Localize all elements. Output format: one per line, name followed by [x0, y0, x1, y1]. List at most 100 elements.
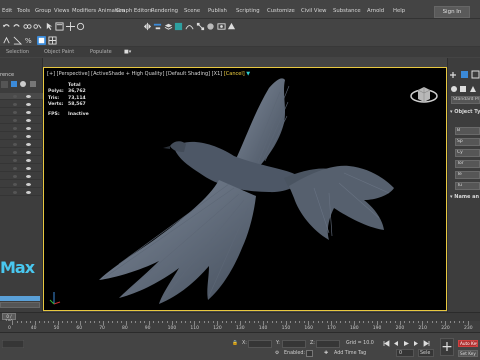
render-setup-icon[interactable]: [217, 22, 226, 31]
angle-snap-icon[interactable]: [13, 36, 22, 45]
time-tag-icon[interactable]: ✚: [324, 351, 328, 356]
align-icon[interactable]: [153, 22, 162, 31]
menu-edit[interactable]: Edit: [2, 8, 12, 14]
freeze-icon[interactable]: [13, 175, 17, 178]
freeze-icon[interactable]: [13, 159, 17, 162]
redo-icon[interactable]: [12, 22, 21, 31]
add-time-tag-button[interactable]: Add Time Tag: [334, 351, 366, 356]
list-item[interactable]: [0, 157, 43, 164]
tab-populate[interactable]: Populate: [90, 49, 112, 55]
box-button[interactable]: B: [455, 127, 480, 135]
z-coordinate-field[interactable]: [316, 340, 340, 348]
freeze-icon[interactable]: [13, 103, 17, 106]
graphite-icon[interactable]: [174, 22, 183, 31]
freeze-icon[interactable]: [13, 127, 17, 130]
teapot-button[interactable]: Te: [455, 171, 480, 179]
list-item[interactable]: [0, 117, 43, 124]
menu-help[interactable]: Help: [393, 8, 405, 14]
freeze-icon[interactable]: [13, 119, 17, 122]
menu-publish[interactable]: Publish: [208, 8, 227, 14]
material-editor-icon[interactable]: [206, 22, 215, 31]
perspective-viewport[interactable]: [+] [Perspective] [ActiveShade + High Qu…: [43, 67, 447, 311]
percent-snap-icon[interactable]: %: [24, 36, 33, 45]
menu-modifiers[interactable]: Modifiers: [72, 8, 96, 14]
eye-icon[interactable]: [26, 183, 31, 186]
list-item[interactable]: [0, 101, 43, 108]
list-item[interactable]: [0, 141, 43, 148]
command-panel-tabs[interactable]: [450, 70, 480, 80]
raven-model[interactable]: [44, 68, 447, 311]
object-type-header[interactable]: ▾ Object Ty: [450, 109, 480, 115]
freeze-icon[interactable]: [13, 151, 17, 154]
unlink-icon[interactable]: [33, 22, 42, 31]
undo-icon[interactable]: [2, 22, 11, 31]
freeze-icon[interactable]: [13, 183, 17, 186]
menu-tools[interactable]: Tools: [17, 8, 30, 14]
menu-substance[interactable]: Substance: [333, 8, 361, 14]
list-item[interactable]: [0, 93, 43, 100]
rotate-icon[interactable]: [76, 22, 85, 31]
select-object-icon[interactable]: [45, 22, 54, 31]
freeze-icon[interactable]: [13, 111, 17, 114]
playback-controls[interactable]: [382, 339, 434, 348]
menu-group[interactable]: Group: [35, 8, 51, 14]
primitive-type-dropdown[interactable]: Standard Prim: [451, 96, 480, 104]
selection-lock-icon[interactable]: 🔒: [232, 341, 238, 346]
list-item[interactable]: [0, 125, 43, 132]
eye-icon[interactable]: [26, 175, 31, 178]
freeze-icon[interactable]: [13, 167, 17, 170]
torus-button[interactable]: Tor: [455, 160, 480, 168]
menu-scripting[interactable]: Scripting: [236, 8, 260, 14]
set-key-button[interactable]: Set Key: [458, 350, 478, 357]
adaptive-degradation-icon[interactable]: ⚙: [275, 351, 279, 356]
menu-customize[interactable]: Customize: [267, 8, 295, 14]
list-item[interactable]: [0, 149, 43, 156]
ribbon-options-icon[interactable]: ■▾: [124, 49, 131, 55]
eye-icon[interactable]: [26, 111, 31, 114]
snap-icon[interactable]: [2, 36, 11, 45]
mirror-icon[interactable]: [143, 22, 152, 31]
time-slider[interactable]: [0, 312, 480, 321]
freeze-icon[interactable]: [13, 135, 17, 138]
menu-graph-editors[interactable]: Graph Editors: [116, 8, 152, 14]
eye-icon[interactable]: [26, 151, 31, 154]
eye-icon[interactable]: [26, 143, 31, 146]
grid-toggle-icon[interactable]: [48, 36, 57, 45]
schematic-icon[interactable]: [196, 22, 205, 31]
eye-icon[interactable]: [26, 95, 31, 98]
eye-icon[interactable]: [26, 191, 31, 194]
sign-in-button[interactable]: Sign In: [434, 6, 470, 18]
menu-rendering[interactable]: Rendering: [151, 8, 178, 14]
enabled-checkbox[interactable]: [306, 350, 313, 357]
list-item[interactable]: [0, 173, 43, 180]
render-frame-icon[interactable]: [227, 22, 236, 31]
key-mode-icon[interactable]: +: [440, 338, 454, 356]
time-slider-thumb[interactable]: 0 / 100: [2, 313, 16, 324]
viewcube-icon[interactable]: [409, 80, 439, 110]
x-coordinate-field[interactable]: [248, 340, 272, 348]
maxscript-listener[interactable]: [2, 340, 24, 348]
list-item[interactable]: [0, 133, 43, 140]
tube-button[interactable]: Tu: [455, 182, 480, 190]
menu-views[interactable]: Views: [54, 8, 69, 14]
list-item[interactable]: [0, 165, 43, 172]
eye-icon[interactable]: [26, 159, 31, 162]
freeze-icon[interactable]: [13, 191, 17, 194]
eye-icon[interactable]: [26, 119, 31, 122]
current-frame-field[interactable]: 0: [396, 349, 414, 357]
eye-icon[interactable]: [26, 127, 31, 130]
layer-icon[interactable]: [164, 22, 173, 31]
sphere-button[interactable]: Sp: [455, 138, 480, 146]
y-coordinate-field[interactable]: [282, 340, 306, 348]
list-item[interactable]: [0, 109, 43, 116]
menu-arnold[interactable]: Arnold: [367, 8, 384, 14]
auto-key-button[interactable]: Auto Key: [458, 340, 478, 347]
curve-editor-icon[interactable]: [185, 22, 194, 31]
eye-icon[interactable]: [26, 103, 31, 106]
tab-selection[interactable]: Selection: [6, 49, 29, 55]
select-by-name-icon[interactable]: [55, 22, 64, 31]
tab-object-paint[interactable]: Object Paint: [44, 49, 74, 55]
selection-filter-field[interactable]: Sele: [418, 349, 434, 357]
scene-explorer-toolbar[interactable]: [1, 80, 41, 90]
freeze-icon[interactable]: [13, 95, 17, 98]
